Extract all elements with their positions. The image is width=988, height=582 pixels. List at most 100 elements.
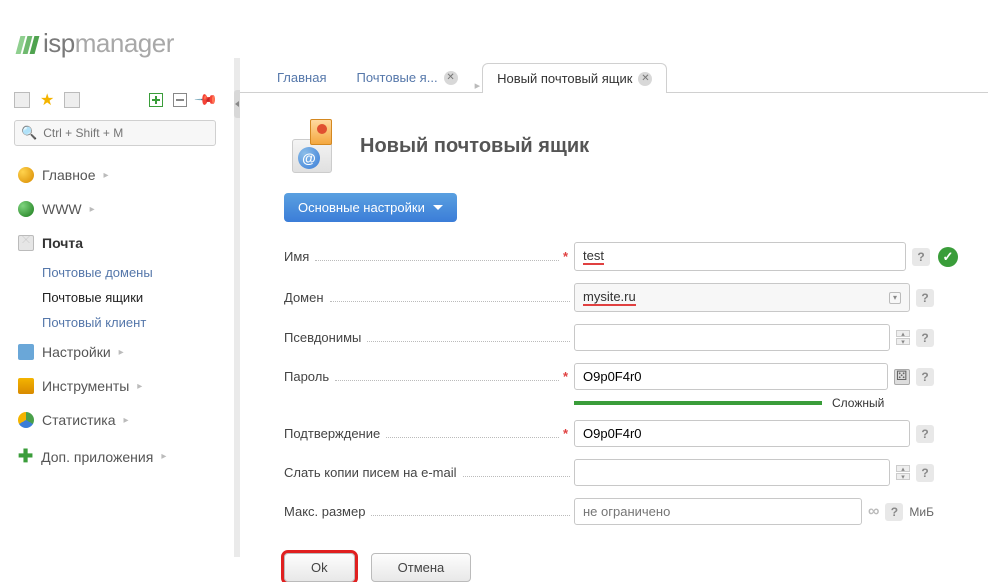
- required-mark: *: [563, 426, 568, 441]
- expand-all-icon[interactable]: [149, 93, 163, 107]
- label-aliases: Псевдонимы: [284, 330, 361, 345]
- nav: Главное▸ WWW▸ Почта Почтовые домены Почт…: [4, 156, 226, 478]
- chevron-right-icon: ▸: [104, 170, 109, 181]
- nav-www[interactable]: WWW▸: [4, 192, 226, 226]
- row-password: Пароль * ?: [284, 363, 958, 390]
- favorite-icon[interactable]: ★: [40, 90, 54, 110]
- dropdown-arrow-icon: ▾: [889, 292, 901, 304]
- required-mark: *: [563, 369, 568, 384]
- nav-mail-sub: Почтовые домены Почтовые ящики Почтовый …: [4, 260, 226, 335]
- label-confirm: Подтверждение: [284, 426, 380, 441]
- chevron-down-icon: [433, 205, 443, 210]
- globe-icon: [18, 201, 34, 217]
- chevron-right-icon: ▸: [119, 347, 124, 358]
- sidebar-grip[interactable]: [234, 90, 240, 118]
- aliases-input[interactable]: [574, 324, 890, 351]
- chart-icon: [18, 412, 34, 428]
- nav-tools[interactable]: Инструменты▸: [4, 369, 226, 403]
- generate-password-icon[interactable]: [894, 369, 910, 385]
- row-maxsize: Макс. размер ∞ ? МиБ: [284, 498, 958, 525]
- nav-mail-domains[interactable]: Почтовые домены: [42, 260, 226, 285]
- settings-icon: [18, 344, 34, 360]
- help-icon[interactable]: ?: [912, 248, 930, 266]
- content: Главная Почтовые я...✕ ▸ Новый почтовый …: [234, 58, 988, 557]
- mail-icon: [18, 235, 34, 251]
- tab-main[interactable]: Главная: [262, 62, 341, 92]
- label-password: Пароль: [284, 369, 329, 384]
- required-mark: *: [563, 249, 568, 264]
- row-name: Имя * test ? ✓: [284, 242, 958, 271]
- form: Имя * test ? ✓ Домен mysite.ru▾ ? Псевдон…: [240, 242, 988, 525]
- clipboard-icon[interactable]: [64, 92, 80, 108]
- chevron-right-icon: ▸: [90, 204, 95, 215]
- sidebar: ★ 📌 🔍 Главное▸ WWW▸ Почта Почтовые домен…: [4, 84, 226, 478]
- strength-label: Сложный: [832, 396, 884, 410]
- tabs: Главная Почтовые я...✕ ▸ Новый почтовый …: [240, 58, 988, 93]
- tab-mailboxes[interactable]: Почтовые я...✕: [341, 62, 472, 92]
- row-copies: Слать копии писем на e-mail ▴▾ ?: [284, 459, 958, 486]
- nav-stats[interactable]: Статистика▸: [4, 403, 226, 437]
- mailbox-large-icon: @: [284, 119, 338, 173]
- password-strength: Сложный: [574, 396, 934, 410]
- help-icon[interactable]: ?: [916, 289, 934, 307]
- pin-icon[interactable]: 📌: [194, 87, 220, 113]
- nav-mail[interactable]: Почта: [4, 226, 226, 260]
- tab-new-mailbox[interactable]: Новый почтовый ящик✕: [482, 63, 667, 93]
- up-icon[interactable]: ▴: [896, 330, 910, 337]
- copies-stacker[interactable]: ▴▾: [896, 465, 910, 480]
- strength-bar: [574, 401, 822, 405]
- search-icon: 🔍: [21, 125, 37, 141]
- row-confirm: Подтверждение * ?: [284, 420, 958, 447]
- password-input[interactable]: [574, 363, 888, 390]
- search-input[interactable]: [43, 126, 209, 140]
- close-icon[interactable]: ✕: [638, 72, 652, 86]
- alias-stacker[interactable]: ▴▾: [896, 330, 910, 345]
- help-icon[interactable]: ?: [885, 503, 903, 521]
- tools-icon: [18, 378, 34, 394]
- down-icon[interactable]: ▾: [896, 338, 910, 345]
- nav-main[interactable]: Главное▸: [4, 158, 226, 192]
- unit-label: МиБ: [909, 505, 934, 519]
- down-icon[interactable]: ▾: [896, 473, 910, 480]
- home-icon: [18, 167, 34, 183]
- row-aliases: Псевдонимы ▴▾ ?: [284, 324, 958, 351]
- form-buttons: Ok Отмена: [284, 553, 988, 582]
- collapse-all-icon[interactable]: [173, 93, 187, 107]
- copies-input[interactable]: [574, 459, 890, 486]
- close-icon[interactable]: ✕: [444, 71, 458, 85]
- label-maxsize: Макс. размер: [284, 504, 365, 519]
- logo-bars-icon: [18, 30, 39, 61]
- sidebar-search[interactable]: 🔍: [14, 120, 216, 146]
- nav-mail-client[interactable]: Почтовый клиент: [42, 310, 226, 335]
- sidebar-toolbar: ★ 📌: [4, 84, 226, 116]
- chevron-right-icon: ▸: [137, 381, 142, 392]
- nav-apps[interactable]: ✚Доп. приложения▸: [4, 437, 226, 476]
- ok-button[interactable]: Ok: [284, 553, 355, 582]
- app-logo: ispmanager: [18, 28, 174, 61]
- help-icon[interactable]: ?: [916, 368, 934, 386]
- label-name: Имя: [284, 249, 309, 264]
- breadcrumb-arrow-icon: ▸: [473, 79, 483, 92]
- chevron-right-icon: ▸: [161, 451, 166, 462]
- nav-settings[interactable]: Настройки▸: [4, 335, 226, 369]
- maxsize-input[interactable]: [574, 498, 862, 525]
- section-toggle[interactable]: Основные настройки: [284, 193, 457, 222]
- nav-mail-boxes[interactable]: Почтовые ящики: [42, 285, 226, 310]
- infinity-icon[interactable]: ∞: [868, 503, 879, 521]
- list-icon[interactable]: [14, 92, 30, 108]
- help-icon[interactable]: ?: [916, 425, 934, 443]
- plus-icon: ✚: [18, 446, 33, 467]
- domain-select[interactable]: mysite.ru▾: [574, 283, 910, 312]
- help-icon[interactable]: ?: [916, 464, 934, 482]
- up-icon[interactable]: ▴: [896, 465, 910, 472]
- valid-check-icon: ✓: [938, 247, 958, 267]
- page-header: @ Новый почтовый ящик: [240, 93, 988, 189]
- page-title: Новый почтовый ящик: [360, 135, 589, 158]
- name-input[interactable]: test: [574, 242, 906, 271]
- help-icon[interactable]: ?: [916, 329, 934, 347]
- confirm-input[interactable]: [574, 420, 910, 447]
- row-domain: Домен mysite.ru▾ ?: [284, 283, 958, 312]
- cancel-button[interactable]: Отмена: [371, 553, 472, 582]
- chevron-right-icon: ▸: [124, 415, 129, 426]
- label-copies: Слать копии писем на e-mail: [284, 465, 457, 480]
